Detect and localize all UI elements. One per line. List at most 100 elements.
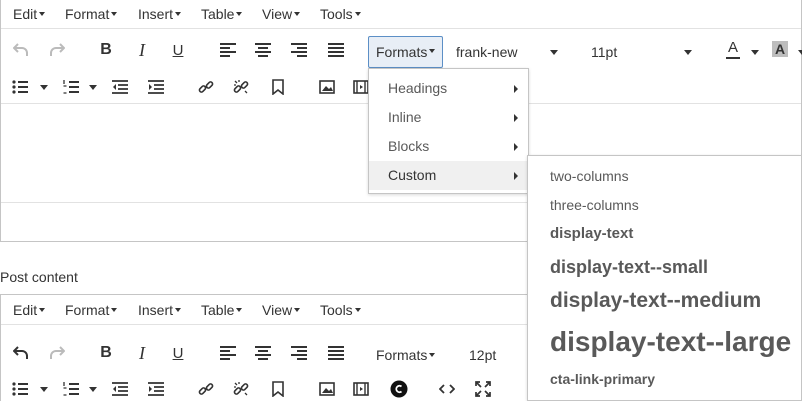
copyright-button[interactable] <box>389 376 409 401</box>
menu-format[interactable]: Format <box>65 6 118 22</box>
link-button[interactable] <box>196 74 216 100</box>
link-icon <box>198 383 214 395</box>
align-center-icon <box>255 346 271 360</box>
chevron-down-icon <box>89 85 97 90</box>
bullet-list-button[interactable] <box>10 74 30 100</box>
align-left-button[interactable] <box>218 37 238 63</box>
align-left-button[interactable] <box>218 340 238 366</box>
custom-item-cta-link-primary[interactable]: cta-link-primary <box>550 371 655 387</box>
link-button[interactable] <box>196 376 216 401</box>
menu-view[interactable]: View <box>262 6 301 22</box>
post-content-label: Post content <box>0 269 78 285</box>
menu-tools-label: Tools <box>320 6 353 22</box>
menu-view[interactable]: View <box>262 302 301 318</box>
bold-button[interactable]: B <box>96 340 116 366</box>
bold-button[interactable]: B <box>96 37 116 63</box>
unlink-button[interactable] <box>231 74 251 100</box>
bold-icon: B <box>100 344 112 361</box>
chevron-down-icon <box>39 308 46 313</box>
menu-view-label: View <box>262 6 293 22</box>
bookmark-icon <box>272 381 284 397</box>
align-justify-button[interactable] <box>326 340 346 366</box>
menu-edit-label: Edit <box>13 302 38 318</box>
background-color-button[interactable]: A <box>772 41 788 57</box>
menu-edit[interactable]: Edit <box>13 302 46 318</box>
formats-item-blocks[interactable]: Blocks <box>369 132 528 161</box>
align-center-button[interactable] <box>253 340 273 366</box>
align-justify-icon <box>328 43 344 57</box>
italic-button[interactable]: I <box>132 37 152 63</box>
menu-tools[interactable]: Tools <box>320 6 361 22</box>
menu-tools-label: Tools <box>320 302 353 318</box>
chevron-down-icon <box>798 50 802 55</box>
bookmark-button[interactable] <box>269 74 287 100</box>
font-size-select[interactable]: 12pt <box>469 347 496 363</box>
italic-button[interactable]: I <box>132 340 152 366</box>
media-icon <box>353 80 369 94</box>
undo-button[interactable] <box>10 340 32 366</box>
chevron-down-icon <box>236 308 243 313</box>
bullet-list-button[interactable] <box>10 376 30 401</box>
formats-item-label: Custom <box>388 167 437 183</box>
align-left-icon <box>220 43 236 57</box>
formats-item-inline[interactable]: Inline <box>369 103 528 132</box>
align-center-icon <box>255 43 271 57</box>
unlink-icon <box>233 80 249 94</box>
italic-icon: I <box>139 342 145 363</box>
numbered-list-icon <box>63 382 79 396</box>
indent-button[interactable] <box>146 74 166 100</box>
font-family-select[interactable]: frank-new <box>456 44 517 60</box>
align-justify-button[interactable] <box>326 37 346 63</box>
outdent-button[interactable] <box>110 376 130 401</box>
underline-button[interactable]: U <box>168 340 188 366</box>
menu-tools[interactable]: Tools <box>320 302 361 318</box>
menu-table[interactable]: Table <box>201 6 243 22</box>
formats-menu: Headings Inline Blocks Custom <box>368 68 529 194</box>
image-icon <box>319 80 335 94</box>
source-code-button[interactable] <box>437 376 457 401</box>
formats-button[interactable]: Formats <box>376 347 436 363</box>
media-button[interactable] <box>352 376 370 401</box>
custom-item-display-text[interactable]: display-text <box>550 225 633 242</box>
custom-item-two-columns[interactable]: two-columns <box>550 168 629 184</box>
custom-item-display-text-large[interactable]: display-text--large <box>550 326 791 358</box>
menu-insert[interactable]: Insert <box>138 6 182 22</box>
chevron-down-icon <box>429 353 436 358</box>
numbered-list-button[interactable] <box>61 376 81 401</box>
numbered-list-button[interactable] <box>61 74 81 100</box>
custom-item-display-text-medium[interactable]: display-text--medium <box>550 289 761 313</box>
menu-format[interactable]: Format <box>65 302 118 318</box>
menu-insert[interactable]: Insert <box>138 302 182 318</box>
text-color-icon: A <box>727 39 738 56</box>
outdent-button[interactable] <box>110 74 130 100</box>
formats-button[interactable]: Formats <box>368 36 444 68</box>
underline-button[interactable]: U <box>168 37 188 63</box>
chevron-down-icon <box>236 12 243 17</box>
align-center-button[interactable] <box>253 37 273 63</box>
custom-item-three-columns[interactable]: three-columns <box>550 197 639 213</box>
formats-item-custom[interactable]: Custom <box>369 161 528 190</box>
menu-edit[interactable]: Edit <box>13 6 46 22</box>
formats-item-label: Headings <box>388 80 448 96</box>
align-right-button[interactable] <box>289 37 309 63</box>
menu-table[interactable]: Table <box>201 302 243 318</box>
font-size-select[interactable]: 11pt <box>591 44 617 60</box>
menu-edit-label: Edit <box>13 6 38 22</box>
custom-item-display-text-small[interactable]: display-text--small <box>550 257 708 278</box>
bookmark-button[interactable] <box>269 376 287 401</box>
fullscreen-button[interactable] <box>473 376 493 401</box>
indent-button[interactable] <box>146 376 166 401</box>
unlink-button[interactable] <box>231 376 251 401</box>
redo-button[interactable] <box>46 340 68 366</box>
redo-button[interactable] <box>46 37 68 63</box>
undo-button[interactable] <box>10 37 32 63</box>
image-button[interactable] <box>317 376 337 401</box>
image-icon <box>319 382 335 396</box>
menu-format-label: Format <box>65 6 110 22</box>
image-button[interactable] <box>317 74 337 100</box>
chevron-right-icon <box>514 114 518 122</box>
formats-item-headings[interactable]: Headings <box>369 74 528 103</box>
text-color-button[interactable]: A <box>724 37 742 63</box>
outdent-icon <box>112 382 128 396</box>
align-right-button[interactable] <box>289 340 309 366</box>
